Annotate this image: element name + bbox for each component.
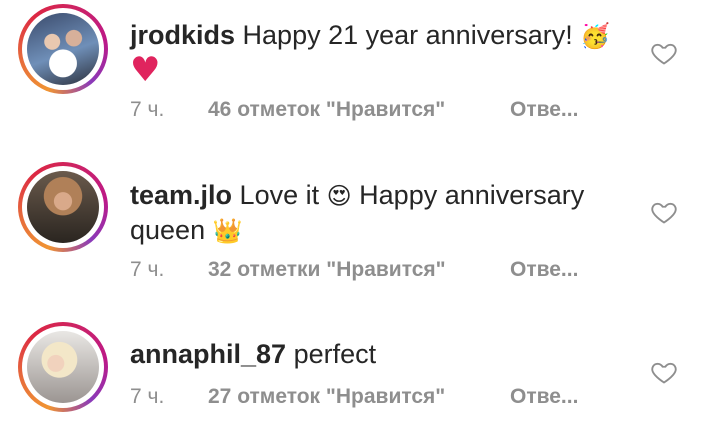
avatar[interactable] — [18, 4, 108, 94]
avatar[interactable] — [18, 322, 108, 412]
reply-button[interactable]: Отве... — [510, 258, 578, 282]
comment-text: team.jlo Love it 😍 Happy anniversary que… — [130, 178, 630, 248]
avatar-photo — [27, 13, 99, 85]
comment-time: 7 ч. — [130, 258, 165, 281]
party-emoji-icon: 🥳 — [580, 22, 611, 50]
heart-eyes-emoji-icon: 😍 — [326, 182, 352, 210]
comment-time: 7 ч. — [130, 385, 165, 408]
reply-button[interactable]: Отве... — [510, 98, 578, 122]
avatar-photo — [27, 171, 99, 243]
comment-likes-link[interactable]: 46 отметок "Нравится" — [208, 98, 445, 122]
comment-message-cont: queen — [130, 215, 206, 245]
comment-time: 7 ч. — [130, 98, 165, 121]
comment-message: perfect — [293, 339, 377, 369]
comment-username[interactable]: annaphil_87 — [130, 339, 286, 369]
red-heart-emoji-icon: ♥ — [130, 50, 161, 90]
comment-text: jrodkids Happy 21 year anniversary! 🥳 ♥ — [130, 18, 630, 89]
reply-button[interactable]: Отве... — [510, 385, 578, 409]
crown-emoji-icon: 👑 — [212, 217, 243, 245]
comment-message: Love it — [239, 180, 320, 210]
comment-username[interactable]: team.jlo — [130, 180, 232, 210]
heart-outline-icon[interactable] — [650, 358, 678, 386]
comment-text: annaphil_87 perfect — [130, 337, 630, 371]
avatar[interactable] — [18, 162, 108, 252]
comment-likes-link[interactable]: 27 отметок "Нравится" — [208, 385, 445, 409]
heart-outline-icon[interactable] — [650, 198, 678, 226]
comment-username[interactable]: jrodkids — [130, 20, 235, 50]
comment-likes-link[interactable]: 32 отметки "Нравится" — [208, 258, 446, 282]
avatar-photo — [27, 331, 99, 403]
comment-message: Happy 21 year anniversary! — [242, 20, 573, 50]
heart-outline-icon[interactable] — [650, 39, 678, 67]
comment-message-cont: Happy anniversary — [359, 180, 585, 210]
